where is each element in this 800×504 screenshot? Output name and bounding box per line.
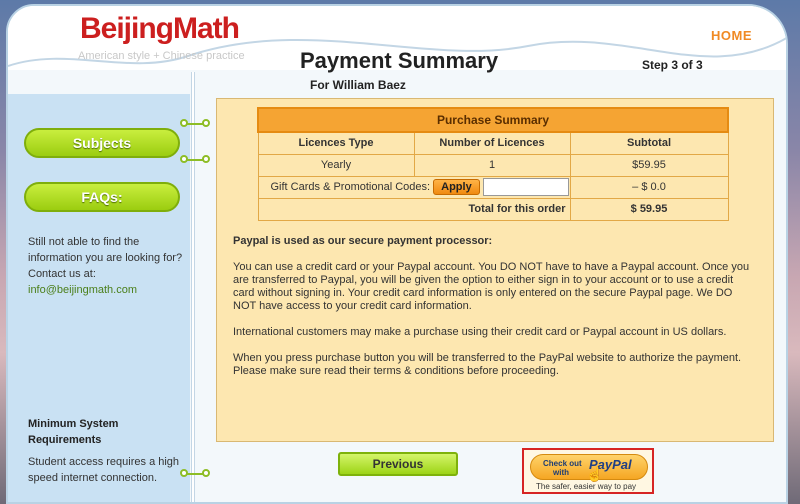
promo-code-input[interactable]: [482, 178, 569, 196]
cell-licence-count: 1: [413, 153, 571, 177]
col-number-of-licences: Number of Licences: [413, 131, 571, 155]
subjects-button[interactable]: Subjects: [24, 128, 180, 158]
connector-dot: [202, 119, 210, 127]
hand-cursor-icon: ☝: [586, 466, 604, 482]
cell-licence-type: Yearly: [257, 153, 415, 177]
sidebar-contact-label: Contact us at:: [28, 268, 96, 280]
requirements-text: Student access requires a high speed int…: [28, 456, 180, 484]
table-header-row: Licences Type Number of Licences Subtota…: [257, 131, 729, 155]
page-title: Payment Summary: [300, 48, 499, 73]
connector-dot: [180, 469, 188, 477]
purchase-summary-header: Purchase Summary: [257, 107, 729, 133]
system-requirements: Minimum System Requirements Student acce…: [28, 416, 188, 486]
col-licences-type: Licences Type: [257, 131, 415, 155]
page-frame: BeijingMath American style + Chinese pra…: [6, 4, 788, 504]
total-row: Total for this order $ 59.95: [257, 197, 729, 221]
previous-button[interactable]: Previous: [338, 452, 458, 476]
connector-dot: [180, 155, 188, 163]
step-indicator: Step 3 of 3: [642, 58, 703, 72]
faqs-button[interactable]: FAQs:: [24, 182, 180, 212]
connector-dot: [202, 469, 210, 477]
promo-discount: – $ 0.0: [569, 175, 729, 199]
contact-email-link[interactable]: info@beijingmath.com: [28, 282, 188, 298]
home-button[interactable]: HOME: [711, 28, 752, 43]
promo-row: Gift Cards & Promotional Codes: Apply – …: [257, 175, 729, 199]
cell-subtotal: $59.95: [569, 153, 729, 177]
promo-cell: Gift Cards & Promotional Codes: Apply: [257, 175, 571, 199]
paypal-tagline: The safer, easier way to pay: [536, 482, 637, 491]
payment-info-text: Paypal is used as our secure payment pro…: [233, 235, 757, 391]
apply-button[interactable]: Apply: [433, 179, 480, 195]
payment-content-panel: Purchase Summary Licences Type Number of…: [216, 98, 774, 442]
connector-dot: [180, 119, 188, 127]
logo-tagline: American style + Chinese practice: [78, 50, 245, 62]
customer-name: For William Baez: [310, 78, 406, 92]
promo-label: Gift Cards & Promotional Codes:: [270, 180, 431, 193]
info-paragraph-1: You can use a credit card or your Paypal…: [233, 261, 750, 312]
sidebar-help-text: Still not able to find the information y…: [28, 236, 183, 264]
col-subtotal: Subtotal: [569, 131, 729, 155]
sidebar-divider: [191, 72, 195, 502]
requirements-title: Minimum System Requirements: [28, 418, 119, 446]
sidebar: Subjects FAQs: Still not able to find th…: [8, 94, 190, 502]
total-label: Total for this order: [257, 197, 571, 221]
logo[interactable]: BeijingMath: [80, 12, 240, 46]
table-row: Yearly 1 $59.95: [257, 153, 729, 177]
info-paragraph-3: When you press purchase button you will …: [233, 352, 742, 377]
sidebar-help-block: Still not able to find the information y…: [28, 234, 188, 298]
total-value: $ 59.95: [569, 197, 729, 221]
purchase-summary-table: Purchase Summary Licences Type Number of…: [257, 107, 729, 221]
connector-dot: [202, 155, 210, 163]
info-paragraph-2: International customers may make a purch…: [233, 326, 727, 338]
info-heading: Paypal is used as our secure payment pro…: [233, 235, 493, 247]
paypal-checkout-button[interactable]: Check out with PayPal ☝ The safer, easie…: [522, 448, 654, 494]
